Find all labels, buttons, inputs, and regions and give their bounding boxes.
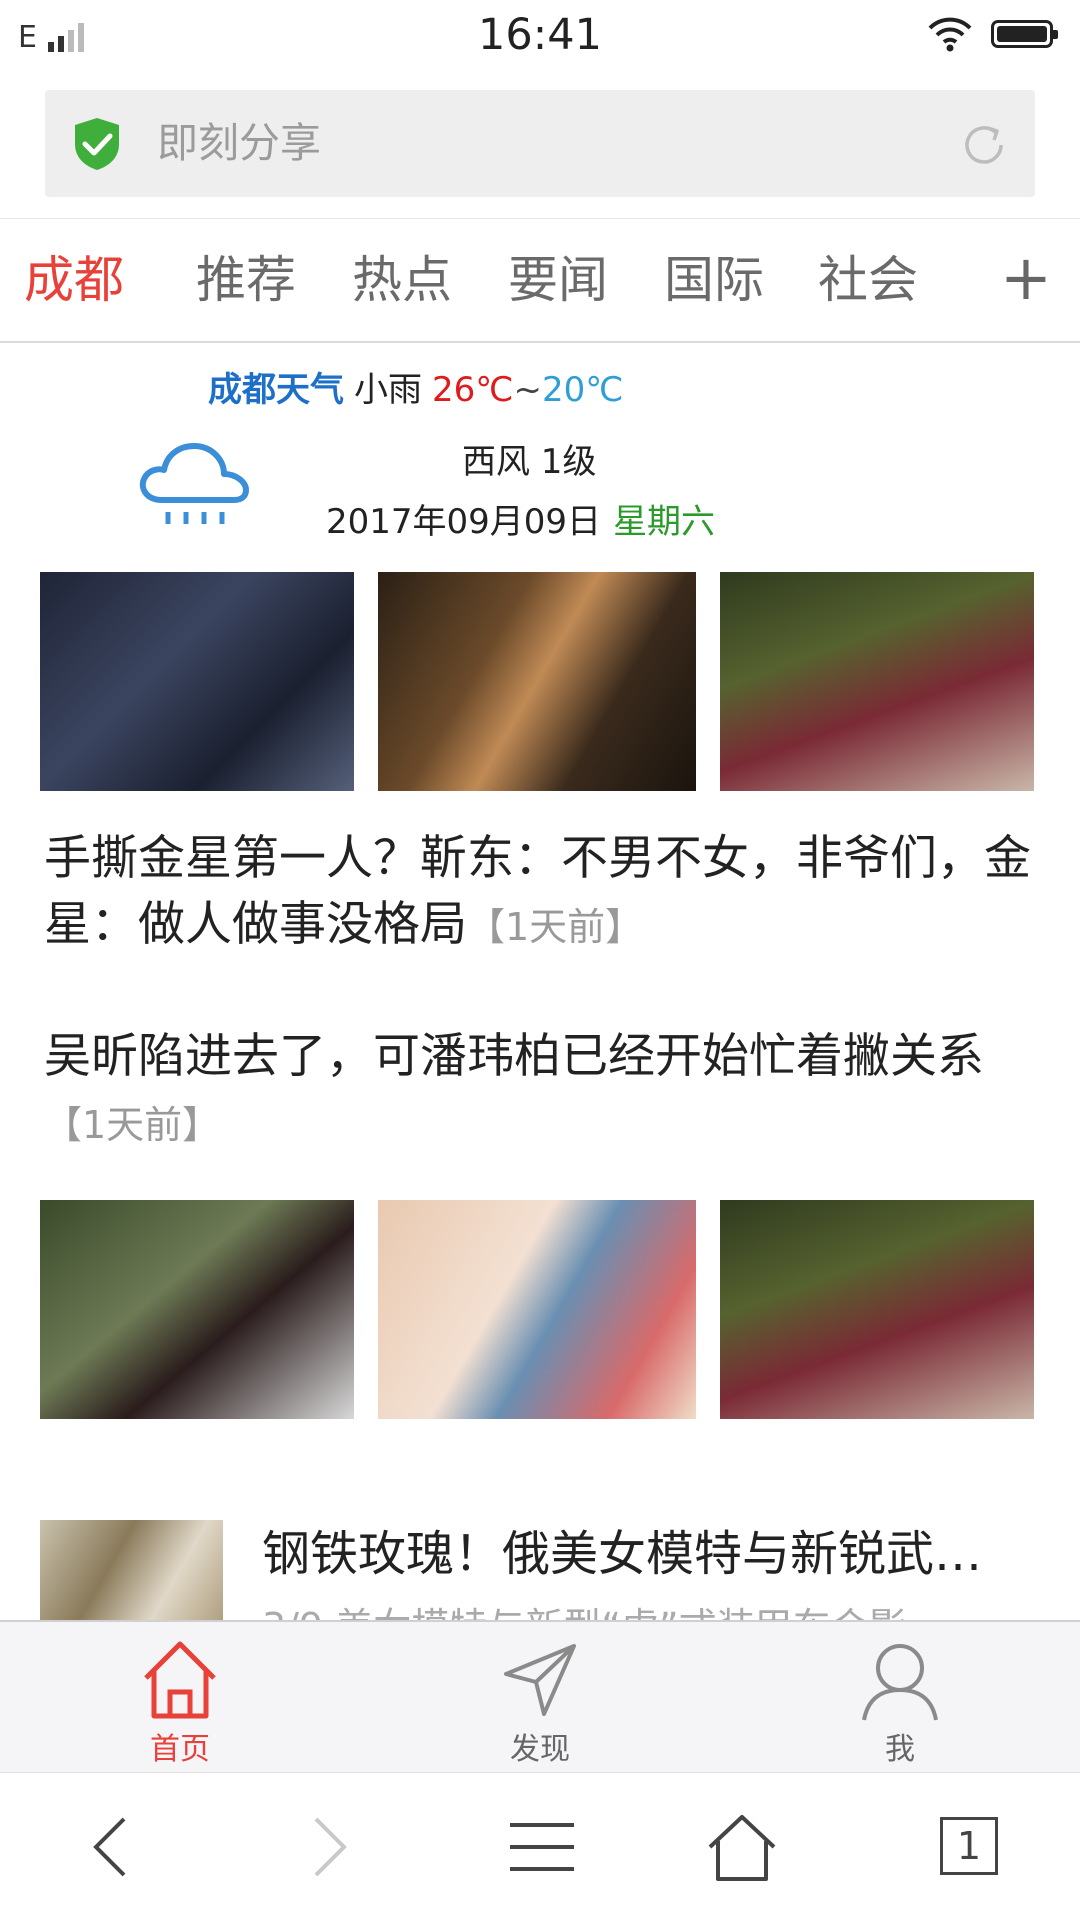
tab-society[interactable]: 社会 <box>818 219 918 341</box>
status-bar: E 16:41 <box>0 0 1080 76</box>
temp-separator: ~ <box>513 370 542 410</box>
browser-toolbar: 1 <box>0 1772 1080 1921</box>
news-2-photo-3[interactable] <box>720 1200 1034 1419</box>
reload-icon[interactable] <box>961 122 1007 168</box>
news-2-headline[interactable]: 吴昕陷进去了，可潘玮柏已经开始忙着撇关系【1天前】 <box>44 1024 1034 1158</box>
app-bottom-nav: 首页 发现 我 <box>0 1620 1080 1772</box>
channel-tabs: 成都 推荐 热点 要闻 国际 社会 + <box>0 218 1080 343</box>
news-3-thumbnail[interactable] <box>40 1520 223 1620</box>
weather-city: 成都天气 <box>208 370 344 410</box>
nav-profile-label: 我 <box>885 1732 915 1767</box>
wifi-icon <box>928 17 972 52</box>
chevron-left-icon <box>93 1817 126 1877</box>
home-icon <box>144 1641 216 1719</box>
back-button[interactable] <box>60 1773 160 1921</box>
tab-recommend[interactable]: 推荐 <box>196 219 296 341</box>
nav-discover[interactable]: 发现 <box>460 1622 620 1772</box>
address-text: 即刻分享 <box>157 119 321 167</box>
tabs-button[interactable]: 1 <box>920 1773 1020 1921</box>
battery-icon <box>991 20 1058 48</box>
tab-hot[interactable]: 热点 <box>352 219 452 341</box>
date-text: 2017年09月09日 <box>326 502 602 542</box>
forward-button[interactable] <box>280 1773 380 1921</box>
news-1-photo-1[interactable] <box>40 572 354 791</box>
news-1-photo-2[interactable] <box>378 572 696 791</box>
home-outline-icon <box>708 1815 776 1881</box>
tab-count: 1 <box>940 1817 998 1875</box>
news-2-title: 吴昕陷进去了，可潘玮柏已经开始忙着撇关系 <box>44 1029 984 1084</box>
nav-home-label: 首页 <box>150 1732 210 1767</box>
news-1-photo-3[interactable] <box>720 572 1034 791</box>
shield-check-icon <box>75 118 119 170</box>
weekday-text: 星期六 <box>613 502 716 542</box>
clock: 16:41 <box>478 10 602 60</box>
news-2-photo-1[interactable] <box>40 1200 354 1419</box>
menu-button[interactable] <box>490 1773 590 1921</box>
temp-low: 20℃ <box>541 370 624 410</box>
rain-cloud-icon <box>139 443 249 524</box>
news-2-time: 【1天前】 <box>44 1103 221 1147</box>
weather-wind: 西风 1级 <box>462 442 597 482</box>
weather-condition: 小雨 <box>354 370 422 410</box>
address-bar[interactable]: 即刻分享 <box>45 90 1035 197</box>
news-1-headline[interactable]: 手撕金星第一人？靳东：不男不女，非爷们，金星：做人做事没格局【1天前】 <box>44 826 1034 960</box>
tab-headlines[interactable]: 要闻 <box>508 219 608 341</box>
news-1-time: 【1天前】 <box>467 905 644 949</box>
discover-icon <box>504 1644 576 1716</box>
nav-home[interactable]: 首页 <box>100 1622 260 1772</box>
chevron-right-icon <box>314 1817 347 1877</box>
nav-discover-label: 发现 <box>510 1732 570 1767</box>
news-2-photo-2[interactable] <box>378 1200 696 1419</box>
menu-icon <box>510 1823 574 1871</box>
add-channel-button[interactable]: + <box>1000 219 1052 337</box>
news-3-title[interactable]: 钢铁玫瑰！俄美女模特与新锐武器合影 <box>262 1522 1022 1586</box>
temp-high: 26℃ <box>432 370 514 410</box>
profile-icon <box>862 1644 938 1721</box>
weather-summary: 成都天气 小雨 26℃~20℃ <box>208 362 623 411</box>
browser-home-button[interactable] <box>690 1773 790 1921</box>
weather-date: 2017年09月09日 星期六 <box>326 494 715 543</box>
tab-chengdu[interactable]: 成都 <box>24 219 124 341</box>
tab-international[interactable]: 国际 <box>664 219 764 341</box>
nav-profile[interactable]: 我 <box>820 1622 980 1772</box>
